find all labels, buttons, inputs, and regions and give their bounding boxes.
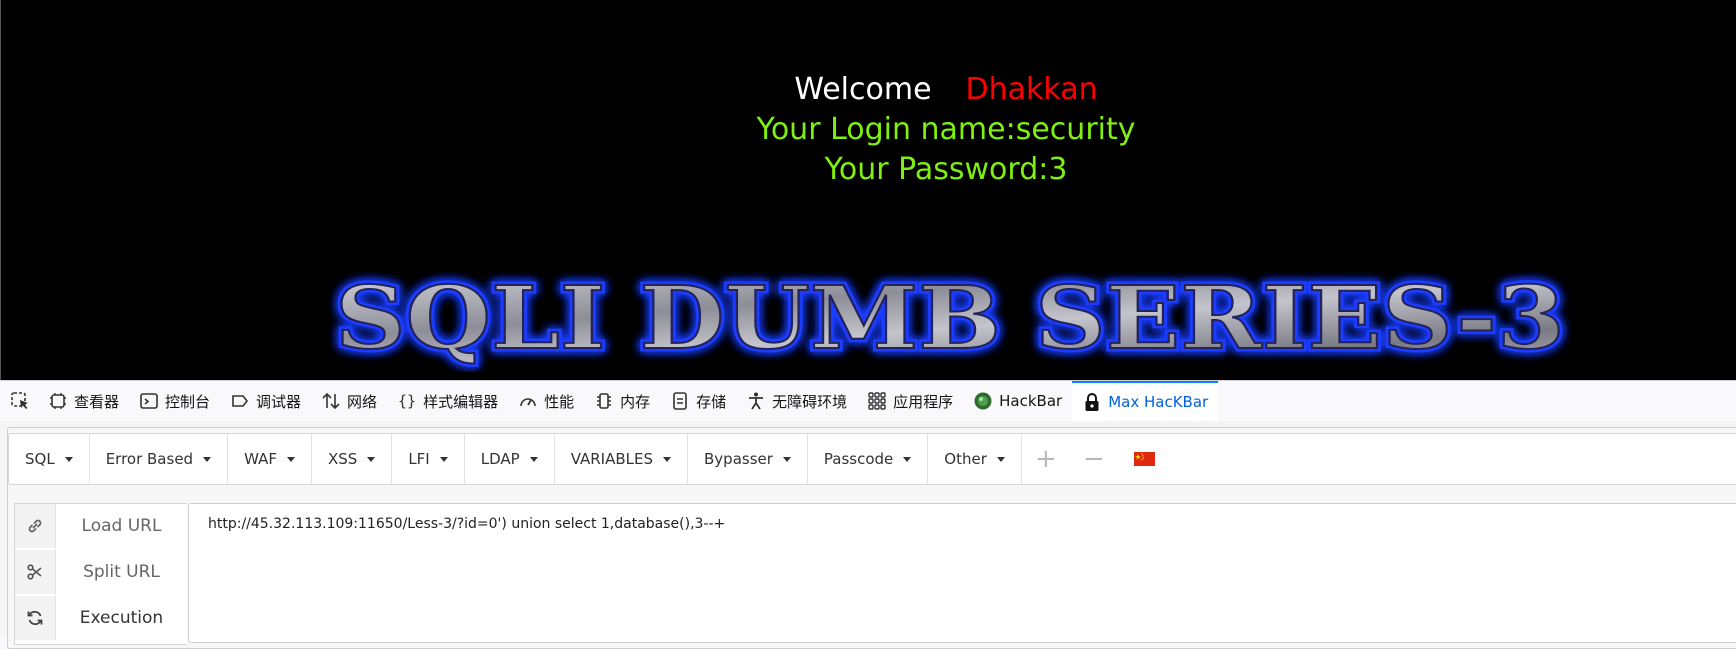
tab-label: 网络 (347, 392, 378, 411)
element-picker-button[interactable] (0, 381, 38, 421)
menu-label: WAF (244, 450, 277, 468)
split-url-label: Split URL (83, 562, 160, 582)
caret-down-icon (903, 456, 912, 462)
devtools-toolbar: 查看器 控制台 调试器 网络 {} 样式编辑器 性能 内存 存储 无障碍环境 应… (0, 380, 1736, 422)
menu-label: Error Based (105, 450, 194, 468)
menu-sql[interactable]: SQL (9, 434, 90, 484)
inspector-icon (50, 393, 66, 409)
caret-down-icon (782, 456, 791, 462)
split-url-button[interactable]: Split URL (15, 550, 187, 594)
style-editor-icon: {} (398, 392, 416, 410)
svg-text:{}: {} (398, 392, 416, 410)
max-hackbar-panel: SQL Error Based WAF XSS LFI LDAP VARIABL… (0, 421, 1736, 649)
menu-bypasser[interactable]: Bypasser (688, 434, 808, 484)
tab-debugger[interactable]: 调试器 (220, 381, 311, 421)
tab-storage[interactable]: 存储 (660, 381, 736, 421)
tab-label: 无障碍环境 (772, 392, 848, 411)
caret-down-icon (529, 456, 538, 462)
debugger-icon (232, 395, 249, 407)
welcome-username: Dhakkan (965, 72, 1098, 107)
tab-label: 应用程序 (893, 392, 954, 411)
scissors-icon (15, 550, 56, 594)
menu-label: SQL (25, 450, 55, 468)
tab-console[interactable]: 控制台 (129, 381, 220, 421)
web-page-content: Welcome Dhakkan Your Login name:security … (0, 0, 1736, 380)
menu-label: Passcode (823, 450, 894, 468)
tab-max-hackbar[interactable]: Max HacKBar (1072, 381, 1219, 421)
logo-metal-text: SQLI DUMB SERIES-3 (335, 268, 1565, 369)
menu-label: LFI (408, 450, 430, 468)
caret-down-icon (663, 456, 672, 462)
menu-label: Other (944, 450, 987, 468)
caret-down-icon (996, 456, 1005, 462)
link-icon (15, 504, 56, 548)
tab-label: 性能 (544, 392, 575, 411)
menu-variables[interactable]: VARIABLES (555, 434, 689, 484)
load-url-label: Load URL (81, 516, 162, 536)
load-url-button[interactable]: Load URL (15, 504, 187, 548)
tab-label: 控制台 (165, 392, 211, 411)
menu-label: LDAP (480, 450, 520, 468)
logo-graphic: SQLI DUMB SERIES-3 SQLI DUMB SERIES-3 (332, 265, 1569, 373)
menu-ldap[interactable]: LDAP (465, 434, 555, 484)
tab-label: 内存 (620, 392, 651, 411)
tab-label: Max HacKBar (1108, 393, 1209, 411)
hackbar-actions: Load URL Split URL Execution (14, 503, 187, 645)
performance-icon (520, 398, 536, 407)
tab-application[interactable]: 应用程序 (857, 381, 963, 421)
element-picker-icon (11, 392, 28, 409)
memory-icon (597, 393, 612, 409)
tab-label: 存储 (696, 392, 727, 411)
tab-accessibility[interactable]: 无障碍环境 (736, 381, 857, 421)
menu-error-based[interactable]: Error Based (90, 434, 229, 484)
tab-label: 查看器 (74, 392, 120, 411)
menu-xss[interactable]: XSS (312, 434, 393, 484)
caret-down-icon (286, 456, 295, 462)
console-icon (140, 393, 158, 409)
hackbar-icon (974, 392, 992, 410)
caret-down-icon (367, 456, 376, 462)
china-flag-icon (1134, 452, 1156, 466)
tab-network[interactable]: 网络 (311, 381, 387, 421)
tab-performance[interactable]: 性能 (508, 381, 584, 421)
menu-lfi[interactable]: LFI (392, 434, 465, 484)
language-flag-button[interactable] (1118, 434, 1172, 484)
tab-label: HackBar (999, 392, 1063, 410)
tab-label: 样式编辑器 (423, 392, 499, 411)
tab-memory[interactable]: 内存 (584, 381, 660, 421)
menu-label: XSS (327, 450, 358, 468)
tab-inspector[interactable]: 查看器 (38, 381, 129, 421)
login-name-text: Your Login name:security (756, 112, 1136, 147)
minus-icon: − (1082, 444, 1105, 474)
welcome-line: Welcome Dhakkan (1, 70, 1736, 110)
network-icon (322, 392, 340, 410)
url-textarea[interactable]: http://45.32.113.109:11650/Less-3/?id=0'… (188, 503, 1736, 643)
execution-label: Execution (79, 608, 164, 628)
tab-hackbar[interactable]: HackBar (963, 381, 1072, 421)
menu-label: Bypasser (704, 450, 773, 468)
tab-style-editor[interactable]: {} 样式编辑器 (387, 381, 508, 421)
plus-icon: + (1034, 444, 1057, 474)
password-text: Your Password:3 (824, 152, 1068, 187)
application-icon (868, 392, 886, 410)
accessibility-icon (749, 392, 764, 410)
decrease-button[interactable]: − (1070, 434, 1118, 484)
caret-down-icon (439, 456, 448, 462)
caret-down-icon (64, 456, 73, 462)
refresh-icon (15, 596, 56, 640)
menu-passcode[interactable]: Passcode (808, 434, 929, 484)
sqli-dumb-series-logo: SQLI DUMB SERIES-3 SQLI DUMB SERIES-3 (325, 262, 1575, 373)
max-hackbar-lock-icon (1085, 393, 1099, 411)
caret-down-icon (203, 456, 212, 462)
execution-button[interactable]: Execution (15, 596, 187, 640)
increase-button[interactable]: + (1022, 434, 1070, 484)
menu-label: VARIABLES (570, 450, 654, 468)
menu-waf[interactable]: WAF (228, 434, 312, 484)
menu-other[interactable]: Other (928, 434, 1022, 484)
tab-label: 调试器 (256, 392, 302, 411)
hackbar-menu-bar: SQL Error Based WAF XSS LFI LDAP VARIABL… (8, 433, 1736, 485)
welcome-label: Welcome (794, 72, 932, 107)
storage-icon (673, 392, 687, 410)
